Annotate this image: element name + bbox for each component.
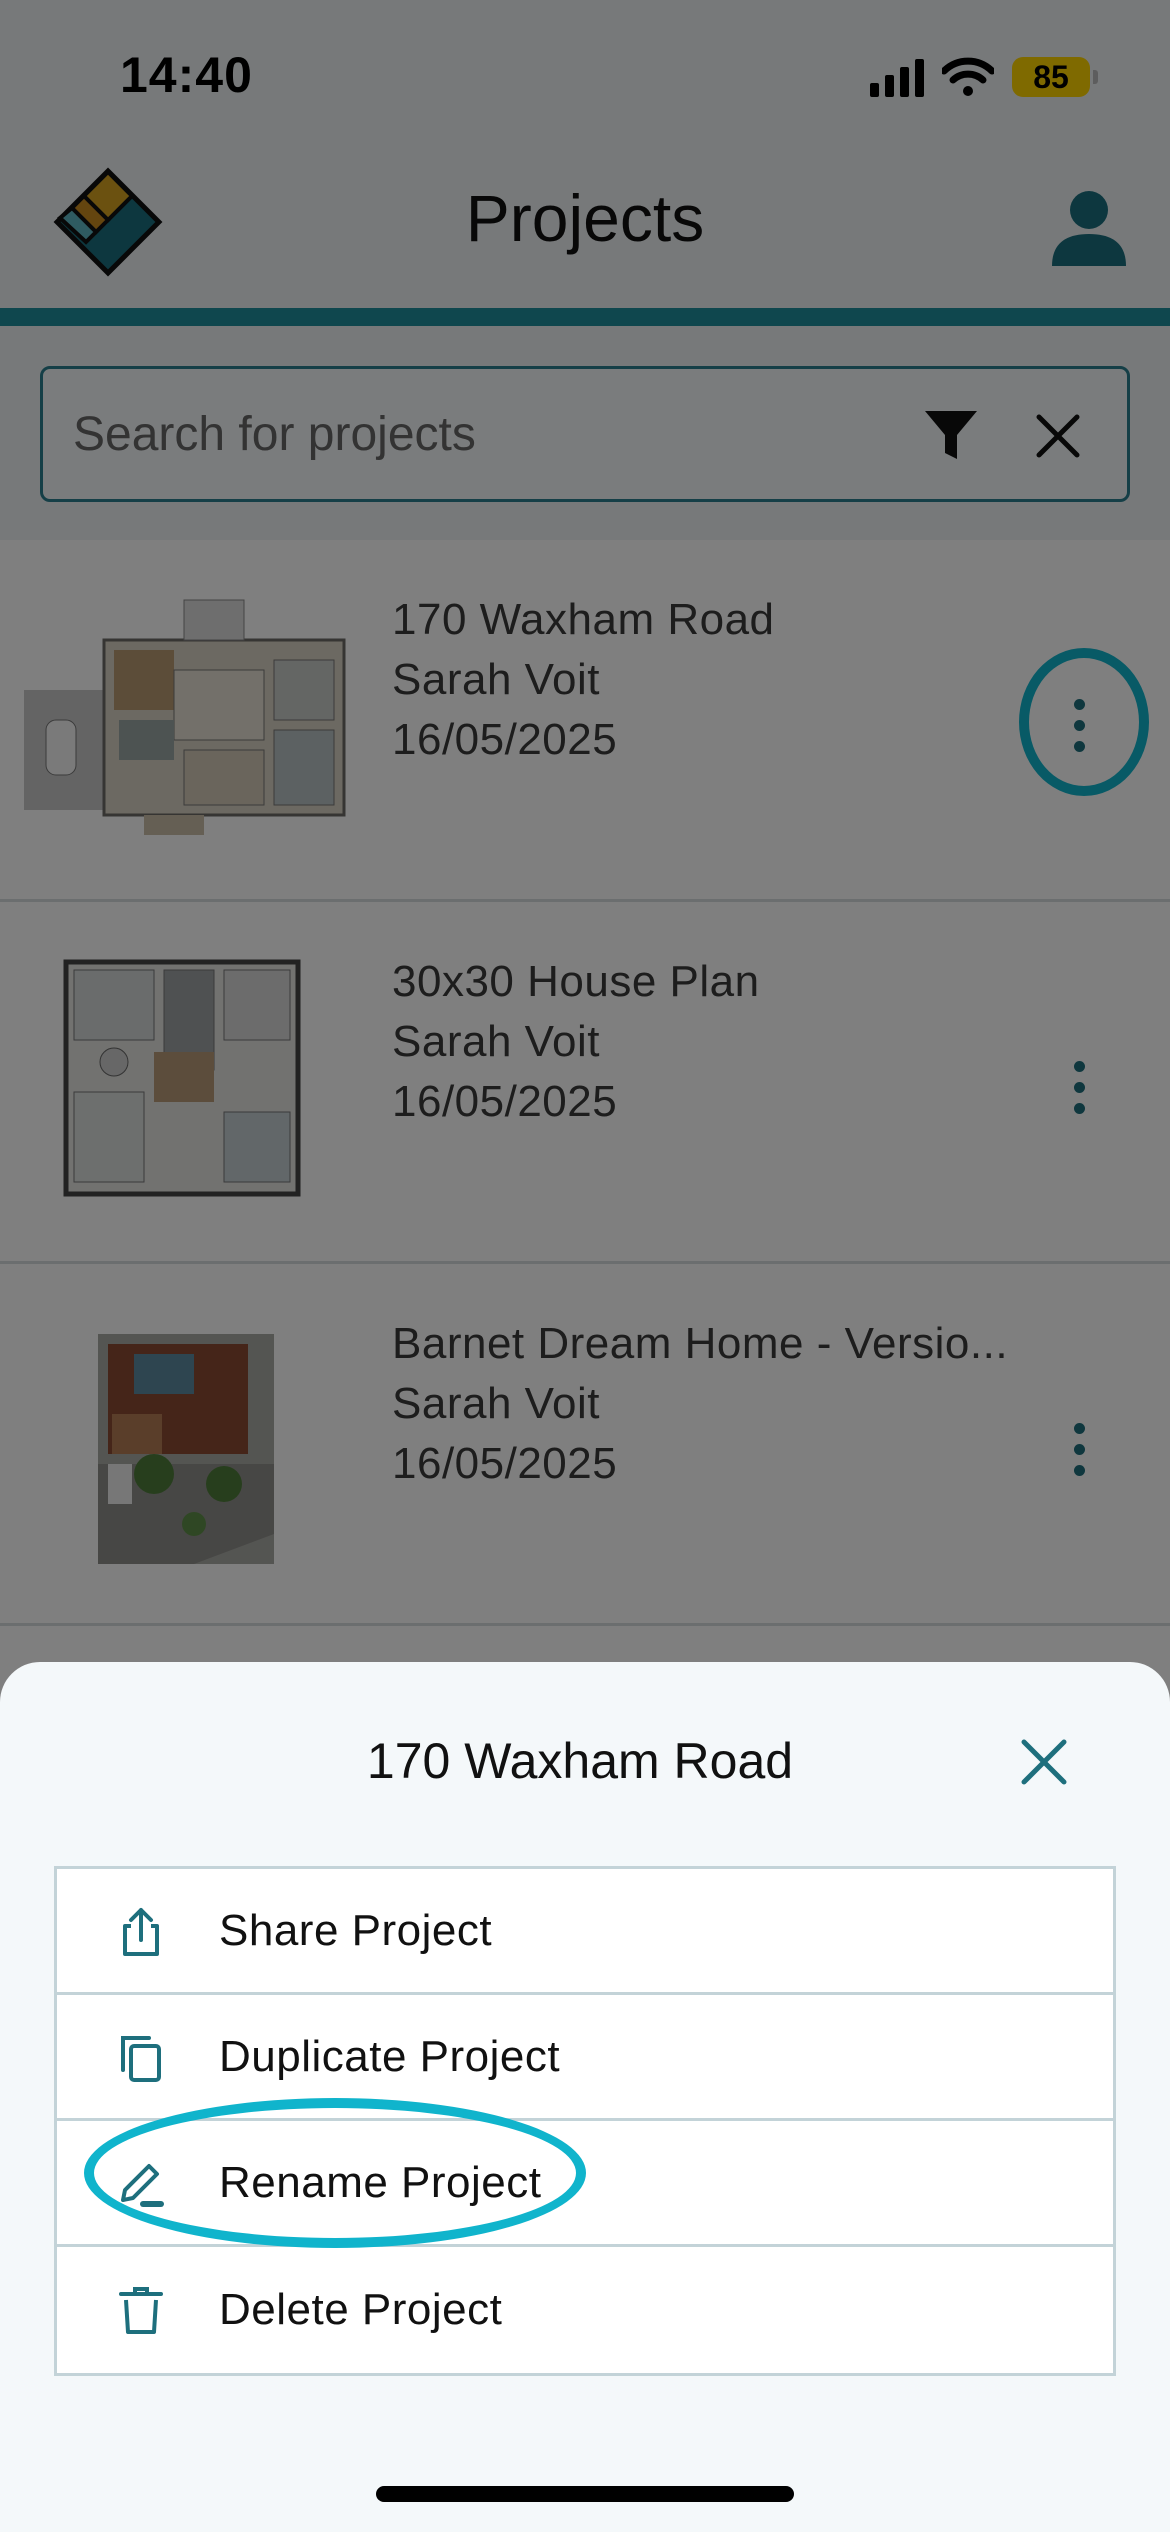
menu-item-share-project[interactable]: Share Project [57,1869,1113,1995]
action-menu: Share Project Duplicate Project Rename P… [54,1866,1116,2376]
menu-item-label: Share Project [219,1905,493,1955]
trash-icon [119,2287,163,2334]
menu-item-label: Delete Project [219,2285,503,2334]
menu-item-label: Duplicate Project [219,2031,561,2081]
project-actions-sheet: 170 Waxham Road Share Project Duplicate … [0,1662,1170,2532]
menu-item-duplicate-project[interactable]: Duplicate Project [57,1995,1113,2121]
menu-item-label: Rename Project [219,2157,542,2207]
close-icon[interactable] [1016,1734,1072,1790]
home-indicator[interactable] [376,2486,794,2502]
share-icon [123,1908,159,1956]
sheet-title: 170 Waxham Road [366,1733,794,1789]
edit-pencil-icon [121,2164,164,2207]
menu-item-rename-project[interactable]: Rename Project [57,2121,1113,2247]
duplicate-icon [121,2036,161,2082]
menu-item-delete-project[interactable]: Delete Project [57,2247,1113,2373]
